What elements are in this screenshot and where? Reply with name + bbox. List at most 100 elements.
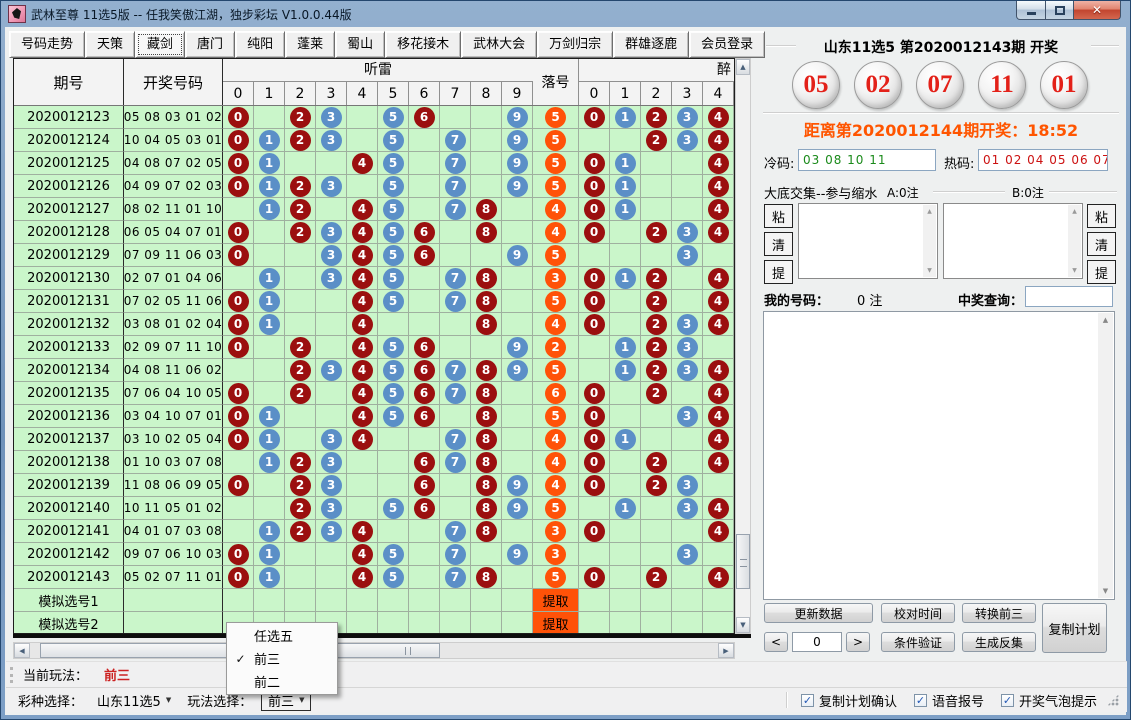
tab-纯阳[interactable]: 纯阳 <box>235 31 285 58</box>
right-cell: 4 <box>703 175 734 198</box>
hit-cell <box>471 612 502 634</box>
scroll-left-button[interactable]: ◀ <box>14 643 30 658</box>
convert-front3-button[interactable]: 转换前三 <box>962 603 1036 623</box>
textarea-scrollbar[interactable]: ▲▼ <box>923 205 936 277</box>
spin-left-button[interactable]: < <box>764 632 788 652</box>
intersect-a-textarea[interactable]: ▲▼ <box>798 203 938 279</box>
hit-cell: 9 <box>502 543 533 566</box>
scroll-up-button[interactable]: ▲ <box>736 59 750 75</box>
drop-ball: 2 <box>545 337 566 358</box>
right-cell <box>641 520 672 543</box>
plan-index-input[interactable]: 0 <box>792 632 842 652</box>
extract-button[interactable]: 提取 <box>533 589 578 611</box>
tab-万剑归宗[interactable]: 万剑归宗 <box>537 31 613 58</box>
number-ball: 2 <box>646 337 667 358</box>
period-cell: 2020012125 <box>14 152 124 175</box>
tab-移花接木[interactable]: 移花接木 <box>385 31 461 58</box>
check-icon: ✓ <box>227 652 254 666</box>
tab-天策[interactable]: 天策 <box>85 31 135 58</box>
number-ball: 2 <box>646 268 667 289</box>
tab-唐门[interactable]: 唐门 <box>185 31 235 58</box>
table-row: 202001213703 10 02 05 040134784014 <box>14 428 734 451</box>
set-a-粘-button[interactable]: 粘 <box>764 204 793 228</box>
hit-cell: 9 <box>502 152 533 175</box>
number-ball: 8 <box>476 360 497 381</box>
menu-item-前三[interactable]: ✓前三 <box>227 647 337 670</box>
extract-button[interactable]: 提取 <box>533 612 578 634</box>
hit-cell: 1 <box>254 152 285 175</box>
generate-reverse-button[interactable]: 生成反集 <box>962 632 1036 652</box>
tab-武林大会[interactable]: 武林大会 <box>461 31 537 58</box>
toolbar-grip[interactable] <box>10 667 13 683</box>
scroll-right-button[interactable]: ▶ <box>718 643 734 658</box>
number-ball: 1 <box>259 291 280 312</box>
tab-群雄逐鹿[interactable]: 群雄逐鹿 <box>613 31 689 58</box>
number-ball: 3 <box>321 130 342 151</box>
check-time-button[interactable]: 校对时间 <box>881 603 955 623</box>
checkbox-box: ✓ <box>801 694 814 707</box>
hit-cell <box>502 566 533 589</box>
checkbox-开奖气泡提示[interactable]: ✓开奖气泡提示 <box>1001 691 1097 710</box>
condition-verify-button[interactable]: 条件验证 <box>881 632 955 652</box>
spin-right-button[interactable]: > <box>846 632 870 652</box>
set-a-提-button[interactable]: 提 <box>764 260 793 284</box>
set-b-清-button[interactable]: 清 <box>1087 232 1116 256</box>
hot-codes-input[interactable]: 01 02 04 05 06 07 09 <box>978 149 1108 171</box>
tab-号码走势[interactable]: 号码走势 <box>9 31 85 58</box>
set-b-count: B:0注 <box>1012 184 1044 201</box>
scroll-down-button[interactable]: ▼ <box>736 617 750 633</box>
title-bar[interactable]: 武林至尊 11选5版 -- 任我笑傲江湖，独步彩坛 V1.0.0.44版 ✕ <box>1 1 1130 27</box>
set-b-粘-button[interactable]: 粘 <box>1087 204 1116 228</box>
hit-cell <box>409 290 440 313</box>
numbers-cell: 03 10 02 05 04 <box>124 428 223 451</box>
tab-蓬莱[interactable]: 蓬莱 <box>285 31 335 58</box>
set-b-提-button[interactable]: 提 <box>1087 260 1116 284</box>
set-a-清-button[interactable]: 清 <box>764 232 793 256</box>
grid-header-group1: 听雷0123456789 <box>223 59 533 105</box>
intersect-b-textarea[interactable]: ▲▼ <box>943 203 1083 279</box>
number-ball: 3 <box>321 176 342 197</box>
number-ball: 2 <box>290 107 311 128</box>
checkbox-语音报号[interactable]: ✓语音报号 <box>914 691 984 710</box>
textarea-scrollbar[interactable]: ▲▼ <box>1068 205 1081 277</box>
update-data-button[interactable]: 更新数据 <box>764 603 873 623</box>
v-scroll-thumb[interactable] <box>736 534 750 589</box>
numbers-cell: 07 02 05 11 06 <box>124 290 223 313</box>
right-cell <box>610 244 641 267</box>
right-cell <box>672 382 703 405</box>
scroll-up-icon: ▲ <box>927 208 932 215</box>
number-ball: 3 <box>677 130 698 151</box>
cold-codes-input[interactable]: 03 08 10 11 <box>798 149 936 171</box>
number-ball: 2 <box>290 452 311 473</box>
checkbox-复制计划确认[interactable]: ✓复制计划确认 <box>801 691 897 710</box>
minimize-button[interactable] <box>1016 1 1046 20</box>
grid-vertical-scrollbar[interactable]: ▲ ▼ <box>735 58 751 634</box>
prize-query-input[interactable] <box>1025 286 1113 307</box>
numbers-cell: 04 01 07 03 08 <box>124 520 223 543</box>
number-ball: 9 <box>507 130 528 151</box>
close-button[interactable]: ✕ <box>1074 1 1121 20</box>
drop-ball: 5 <box>545 130 566 151</box>
table-row: 202001213404 08 11 06 022345678951234 <box>14 359 734 382</box>
maximize-button[interactable] <box>1046 1 1074 20</box>
hit-cell: 3 <box>316 175 347 198</box>
menu-item-前二[interactable]: 前二 <box>227 670 337 693</box>
copy-plan-button[interactable]: 复制计划 <box>1042 603 1107 653</box>
right-cell: 2 <box>641 382 672 405</box>
number-ball: 0 <box>228 153 249 174</box>
tab-蜀山[interactable]: 蜀山 <box>335 31 385 58</box>
hit-cell: 9 <box>502 129 533 152</box>
right-cell: 4 <box>703 520 734 543</box>
result-listbox[interactable]: ▲▼ <box>763 311 1115 600</box>
grid-horizontal-scrollbar[interactable]: ◀ ▶ <box>13 642 735 659</box>
menu-item-任选五[interactable]: 任选五 <box>227 624 337 647</box>
number-ball: 0 <box>584 199 605 220</box>
resize-grip[interactable] <box>1107 694 1119 706</box>
hit-cell <box>347 612 378 634</box>
number-ball: 6 <box>414 337 435 358</box>
tab-会员登录[interactable]: 会员登录 <box>689 31 765 58</box>
minimize-icon <box>1027 12 1036 15</box>
lottery-select-dropdown[interactable]: 山东11选5 <box>97 691 161 710</box>
listbox-scrollbar[interactable]: ▲▼ <box>1098 313 1113 598</box>
tab-藏剑[interactable]: 藏剑 <box>135 31 185 58</box>
